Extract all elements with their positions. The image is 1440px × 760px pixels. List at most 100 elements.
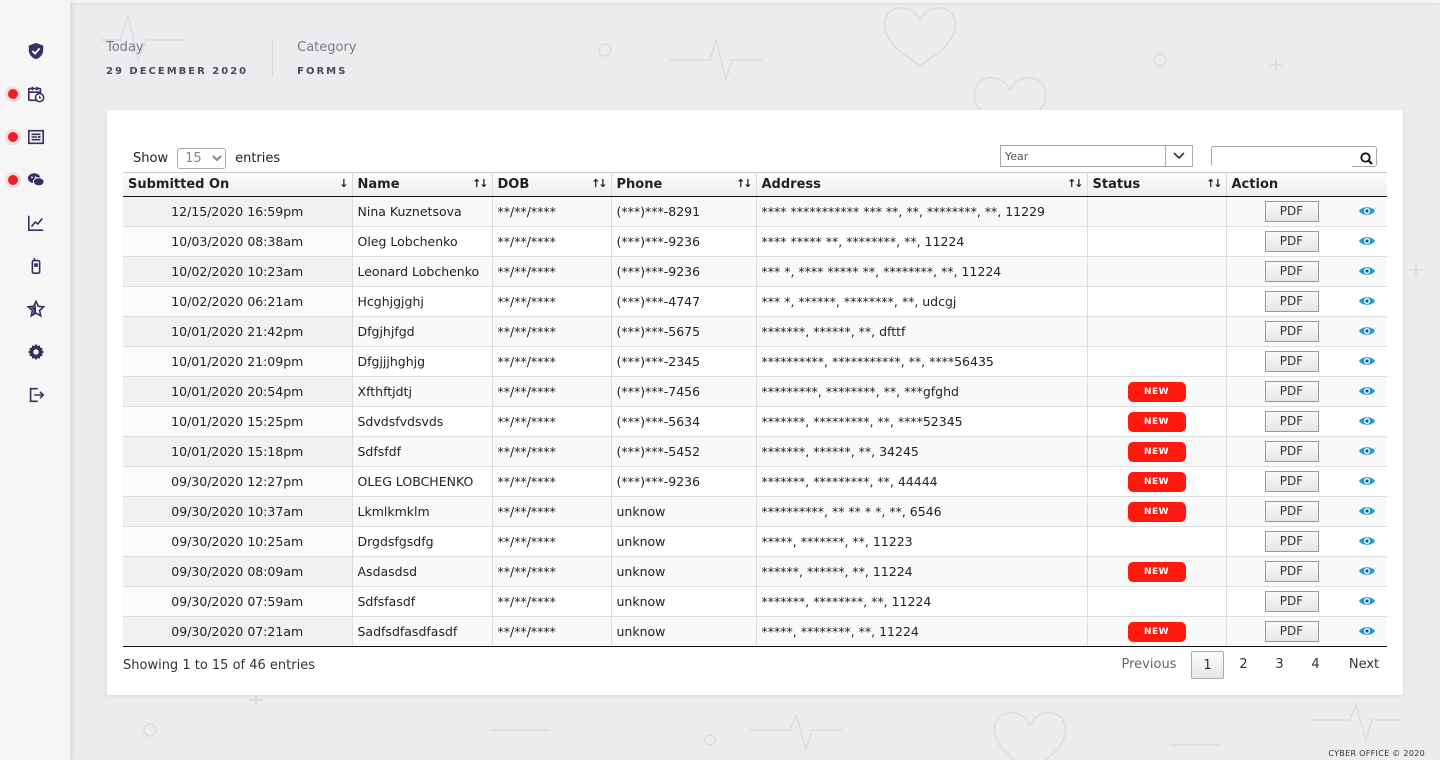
cell-dob: **/**/**** — [492, 526, 612, 557]
eye-icon[interactable] — [1358, 355, 1376, 370]
sidebar-item-appointments[interactable] — [0, 79, 70, 109]
pdf-button[interactable]: PDF — [1264, 291, 1319, 312]
col-header-phone[interactable]: Phone ↑↓ — [611, 172, 757, 197]
col-header-name[interactable]: Name ↑↓ — [352, 172, 493, 197]
cell-name: Dfgjhjfgd — [352, 316, 493, 347]
cell-submitted: 10/01/2020 15:18pm — [123, 436, 353, 467]
eye-icon[interactable] — [1358, 505, 1376, 520]
cell-status: NEW — [1087, 376, 1227, 407]
entries-select[interactable]: 15 — [177, 148, 227, 169]
cell-action: PDF — [1226, 316, 1387, 347]
cell-phone: (***)***-2345 — [611, 346, 757, 377]
pdf-button[interactable]: PDF — [1264, 321, 1319, 342]
shield-check-icon — [27, 42, 45, 60]
pagination-page-2[interactable]: 2 — [1227, 651, 1260, 679]
today-value: 29 DECEMBER 2020 — [106, 66, 249, 77]
cell-action: PDF — [1226, 226, 1387, 257]
col-header-label: Status — [1092, 177, 1141, 192]
year-select[interactable]: Year — [1000, 145, 1193, 167]
eye-icon[interactable] — [1358, 325, 1376, 340]
pdf-button[interactable]: PDF — [1264, 471, 1319, 492]
cell-name: Leonard Lobchenko — [352, 256, 493, 287]
col-header-address[interactable]: Address ↑↓ — [756, 172, 1088, 197]
cell-dob: **/**/**** — [492, 196, 612, 227]
pdf-button[interactable]: PDF — [1264, 411, 1319, 432]
eye-icon[interactable] — [1358, 445, 1376, 460]
pdf-button[interactable]: PDF — [1264, 381, 1319, 402]
pdf-button[interactable]: PDF — [1264, 441, 1319, 462]
cell-address: **** *********** *** **, **, ********, *… — [756, 196, 1088, 227]
sidebar-item-forms[interactable] — [0, 122, 70, 152]
eye-icon[interactable] — [1358, 415, 1376, 430]
eye-icon[interactable] — [1358, 565, 1376, 580]
status-badge: NEW — [1127, 501, 1186, 522]
sort-both-icon: ↑↓ — [1067, 177, 1084, 190]
pdf-button[interactable]: PDF — [1264, 231, 1319, 252]
cell-submitted: 10/02/2020 10:23am — [123, 256, 353, 287]
eye-icon[interactable] — [1358, 625, 1376, 640]
pdf-button[interactable]: PDF — [1264, 561, 1319, 582]
cell-dob: **/**/**** — [492, 496, 612, 527]
cell-address: **** ***** **, ********, **, 11224 — [756, 226, 1088, 257]
cell-submitted: 09/30/2020 10:25am — [123, 526, 353, 557]
cell-status: NEW — [1087, 556, 1227, 587]
sidebar-item-messages[interactable] — [0, 165, 70, 195]
pdf-button[interactable]: PDF — [1264, 351, 1319, 372]
sidebar-item-dashboard[interactable] — [0, 36, 70, 66]
cell-action: PDF — [1226, 376, 1387, 407]
pagination-previous[interactable]: Previous — [1117, 651, 1181, 679]
cell-name: Drgdsfgsdfg — [352, 526, 493, 557]
cell-status — [1087, 346, 1227, 377]
search-input[interactable] — [1212, 148, 1352, 167]
cell-phone: unknow — [611, 586, 757, 617]
search-icon[interactable] — [1360, 150, 1373, 169]
chart-line-icon — [27, 214, 45, 232]
cell-phone: unknow — [611, 526, 757, 557]
pdf-button[interactable]: PDF — [1264, 531, 1319, 552]
eye-icon[interactable] — [1358, 205, 1376, 220]
cell-dob: **/**/**** — [492, 466, 612, 497]
phone-icon — [27, 257, 45, 275]
pdf-button[interactable]: PDF — [1264, 501, 1319, 522]
eye-icon[interactable] — [1358, 235, 1376, 250]
table-row: 09/30/2020 07:59am Sdfsfasdf **/**/**** unk… — [123, 586, 1387, 617]
status-badge: NEW — [1127, 381, 1186, 402]
pagination-page-4[interactable]: 4 — [1299, 651, 1332, 679]
cell-address: *******, ******, **, dfttf — [756, 316, 1088, 347]
pdf-button[interactable]: PDF — [1264, 201, 1319, 222]
cell-status — [1087, 226, 1227, 257]
col-header-submitted[interactable]: Submitted On ↓ — [123, 172, 353, 197]
eye-icon[interactable] — [1358, 595, 1376, 610]
pagination-page-1[interactable]: 1 — [1191, 651, 1224, 679]
table-row: 10/01/2020 15:18pm Sdfsfdf **/**/**** (***)… — [123, 436, 1387, 467]
eye-icon[interactable] — [1358, 535, 1376, 550]
cell-name: Asdasdsd — [352, 556, 493, 587]
eye-icon[interactable] — [1358, 265, 1376, 280]
eye-icon[interactable] — [1358, 475, 1376, 490]
cell-dob: **/**/**** — [492, 406, 612, 437]
pdf-button[interactable]: PDF — [1264, 591, 1319, 612]
sidebar-item-logout[interactable] — [0, 380, 70, 410]
col-header-dob[interactable]: DOB ↑↓ — [492, 172, 612, 197]
gear-icon — [27, 343, 45, 361]
pagination-page-3[interactable]: 3 — [1263, 651, 1296, 679]
cell-submitted: 10/01/2020 20:54pm — [123, 376, 353, 407]
cell-status — [1087, 586, 1227, 617]
eye-icon[interactable] — [1358, 295, 1376, 310]
cell-phone: (***)***-5634 — [611, 406, 757, 437]
col-header-status[interactable]: Status ↑↓ — [1087, 172, 1227, 197]
eye-icon[interactable] — [1358, 385, 1376, 400]
cell-action: PDF — [1226, 346, 1387, 377]
sort-desc-icon: ↓ — [339, 177, 348, 190]
pdf-button[interactable]: PDF — [1264, 621, 1319, 642]
chevron-down-icon[interactable] — [1165, 146, 1192, 166]
sidebar-item-reviews[interactable] — [0, 294, 70, 324]
pdf-button[interactable]: PDF — [1264, 261, 1319, 282]
sidebar-item-settings[interactable] — [0, 337, 70, 367]
cell-status — [1087, 526, 1227, 557]
today-label: Today — [106, 40, 144, 55]
pagination-next[interactable]: Next — [1339, 651, 1389, 679]
cell-status: NEW — [1087, 436, 1227, 467]
sidebar-item-analytics[interactable] — [0, 208, 70, 238]
sidebar-item-calls[interactable] — [0, 251, 70, 281]
